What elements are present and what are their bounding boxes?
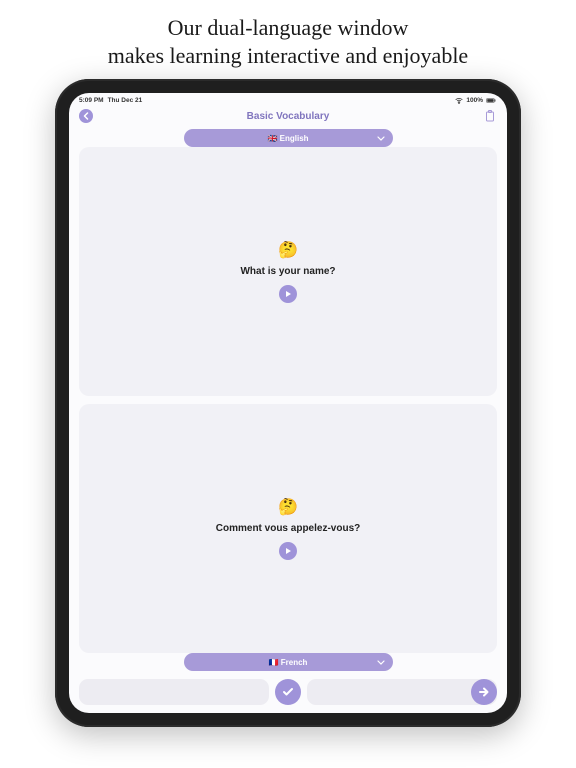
check-button[interactable] <box>275 679 301 705</box>
nav-bar: Basic Vocabulary <box>69 105 507 129</box>
right-slot[interactable] <box>307 679 497 705</box>
top-play-button[interactable] <box>279 285 297 303</box>
play-icon <box>285 547 292 555</box>
battery-icon <box>486 98 497 103</box>
status-time: 5:09 PM <box>79 97 104 104</box>
play-icon <box>285 290 292 298</box>
bottom-card: 🤔 Comment vous appelez-vous? <box>79 404 497 653</box>
status-bar: 5:09 PM Thu Dec 21 100% <box>69 93 507 105</box>
status-battery: 100% <box>466 97 483 104</box>
bottom-play-button[interactable] <box>279 542 297 560</box>
left-slot[interactable] <box>79 679 269 705</box>
content: 🇬🇧 English 🤔 What is your name? 🤔 C <box>69 129 507 679</box>
chevron-down-icon <box>377 136 385 141</box>
clipboard-icon <box>485 110 495 122</box>
device-frame: 5:09 PM Thu Dec 21 100% Basic Vocabulary <box>55 79 521 727</box>
bottom-language-label: 🇫🇷 French <box>269 658 308 667</box>
top-language-label: 🇬🇧 English <box>267 134 308 143</box>
thinking-emoji: 🤔 <box>278 240 298 260</box>
marketing-line-1: Our dual-language window <box>108 14 468 42</box>
chevron-down-icon <box>377 660 385 665</box>
marketing-line-2: makes learning interactive and enjoyable <box>108 42 468 70</box>
screen: 5:09 PM Thu Dec 21 100% Basic Vocabulary <box>69 93 507 713</box>
status-date: Thu Dec 21 <box>108 97 143 104</box>
bottom-language-selector[interactable]: 🇫🇷 French <box>184 653 393 671</box>
top-card: 🤔 What is your name? <box>79 147 497 396</box>
chevron-left-icon <box>83 112 89 120</box>
arrow-right-icon <box>478 687 490 697</box>
bottom-question-text: Comment vous appelez-vous? <box>216 523 360 534</box>
wifi-icon <box>455 98 463 104</box>
clipboard-button[interactable] <box>483 109 497 123</box>
next-button[interactable] <box>471 679 497 705</box>
top-question-text: What is your name? <box>240 266 335 277</box>
page-title: Basic Vocabulary <box>247 111 330 122</box>
back-button[interactable] <box>79 109 93 123</box>
bottom-bar <box>69 679 507 713</box>
top-language-selector[interactable]: 🇬🇧 English <box>184 129 393 147</box>
check-icon <box>282 687 294 697</box>
marketing-headline: Our dual-language window makes learning … <box>98 0 478 79</box>
thinking-emoji: 🤔 <box>278 497 298 517</box>
